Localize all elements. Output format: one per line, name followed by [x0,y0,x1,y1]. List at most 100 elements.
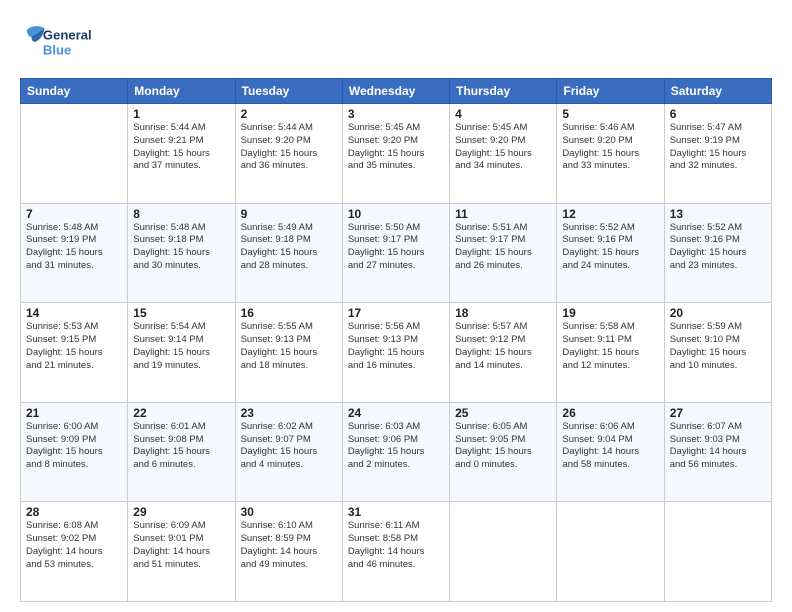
calendar-cell [664,502,771,602]
day-info: Sunrise: 5:52 AM Sunset: 9:16 PM Dayligh… [670,222,766,273]
calendar-cell [450,502,557,602]
weekday-header-row: SundayMondayTuesdayWednesdayThursdayFrid… [21,79,772,104]
day-info: Sunrise: 5:47 AM Sunset: 9:19 PM Dayligh… [670,122,766,173]
day-number: 18 [455,306,551,320]
day-number: 22 [133,406,229,420]
day-info: Sunrise: 6:01 AM Sunset: 9:08 PM Dayligh… [133,421,229,472]
weekday-header-tuesday: Tuesday [235,79,342,104]
day-number: 19 [562,306,658,320]
day-info: Sunrise: 6:00 AM Sunset: 9:09 PM Dayligh… [26,421,122,472]
calendar-cell: 11Sunrise: 5:51 AM Sunset: 9:17 PM Dayli… [450,203,557,303]
header: General Blue [20,18,772,68]
week-row-4: 21Sunrise: 6:00 AM Sunset: 9:09 PM Dayli… [21,402,772,502]
day-info: Sunrise: 6:11 AM Sunset: 8:58 PM Dayligh… [348,520,444,571]
day-number: 23 [241,406,337,420]
day-number: 31 [348,505,444,519]
weekday-header-thursday: Thursday [450,79,557,104]
day-info: Sunrise: 6:09 AM Sunset: 9:01 PM Dayligh… [133,520,229,571]
calendar-cell: 16Sunrise: 5:55 AM Sunset: 9:13 PM Dayli… [235,303,342,403]
calendar-table: SundayMondayTuesdayWednesdayThursdayFrid… [20,78,772,602]
day-info: Sunrise: 5:44 AM Sunset: 9:21 PM Dayligh… [133,122,229,173]
calendar-cell: 27Sunrise: 6:07 AM Sunset: 9:03 PM Dayli… [664,402,771,502]
day-number: 7 [26,207,122,221]
day-info: Sunrise: 5:51 AM Sunset: 9:17 PM Dayligh… [455,222,551,273]
calendar-cell: 22Sunrise: 6:01 AM Sunset: 9:08 PM Dayli… [128,402,235,502]
calendar-cell: 18Sunrise: 5:57 AM Sunset: 9:12 PM Dayli… [450,303,557,403]
day-number: 14 [26,306,122,320]
day-info: Sunrise: 5:58 AM Sunset: 9:11 PM Dayligh… [562,321,658,372]
calendar-cell: 17Sunrise: 5:56 AM Sunset: 9:13 PM Dayli… [342,303,449,403]
calendar-cell [557,502,664,602]
day-number: 15 [133,306,229,320]
day-number: 29 [133,505,229,519]
svg-text:General: General [43,28,92,43]
calendar-cell: 10Sunrise: 5:50 AM Sunset: 9:17 PM Dayli… [342,203,449,303]
calendar-cell: 15Sunrise: 5:54 AM Sunset: 9:14 PM Dayli… [128,303,235,403]
day-number: 16 [241,306,337,320]
day-info: Sunrise: 6:03 AM Sunset: 9:06 PM Dayligh… [348,421,444,472]
day-info: Sunrise: 5:59 AM Sunset: 9:10 PM Dayligh… [670,321,766,372]
calendar-cell: 25Sunrise: 6:05 AM Sunset: 9:05 PM Dayli… [450,402,557,502]
day-info: Sunrise: 6:02 AM Sunset: 9:07 PM Dayligh… [241,421,337,472]
day-number: 5 [562,107,658,121]
calendar-cell: 1Sunrise: 5:44 AM Sunset: 9:21 PM Daylig… [128,104,235,204]
logo-svg: General Blue [20,18,110,68]
week-row-3: 14Sunrise: 5:53 AM Sunset: 9:15 PM Dayli… [21,303,772,403]
day-info: Sunrise: 5:48 AM Sunset: 9:18 PM Dayligh… [133,222,229,273]
calendar-cell: 3Sunrise: 5:45 AM Sunset: 9:20 PM Daylig… [342,104,449,204]
calendar-cell: 14Sunrise: 5:53 AM Sunset: 9:15 PM Dayli… [21,303,128,403]
day-number: 13 [670,207,766,221]
calendar-cell: 30Sunrise: 6:10 AM Sunset: 8:59 PM Dayli… [235,502,342,602]
logo: General Blue [20,18,110,68]
day-number: 20 [670,306,766,320]
day-info: Sunrise: 5:46 AM Sunset: 9:20 PM Dayligh… [562,122,658,173]
day-number: 21 [26,406,122,420]
day-number: 24 [348,406,444,420]
day-info: Sunrise: 5:56 AM Sunset: 9:13 PM Dayligh… [348,321,444,372]
weekday-header-monday: Monday [128,79,235,104]
week-row-5: 28Sunrise: 6:08 AM Sunset: 9:02 PM Dayli… [21,502,772,602]
day-info: Sunrise: 5:49 AM Sunset: 9:18 PM Dayligh… [241,222,337,273]
day-number: 1 [133,107,229,121]
day-info: Sunrise: 5:45 AM Sunset: 9:20 PM Dayligh… [348,122,444,173]
day-info: Sunrise: 5:52 AM Sunset: 9:16 PM Dayligh… [562,222,658,273]
calendar-cell: 21Sunrise: 6:00 AM Sunset: 9:09 PM Dayli… [21,402,128,502]
svg-text:Blue: Blue [43,42,71,57]
calendar-cell: 24Sunrise: 6:03 AM Sunset: 9:06 PM Dayli… [342,402,449,502]
day-number: 17 [348,306,444,320]
calendar-cell: 20Sunrise: 5:59 AM Sunset: 9:10 PM Dayli… [664,303,771,403]
calendar-cell: 19Sunrise: 5:58 AM Sunset: 9:11 PM Dayli… [557,303,664,403]
day-info: Sunrise: 6:10 AM Sunset: 8:59 PM Dayligh… [241,520,337,571]
calendar-cell [21,104,128,204]
day-number: 9 [241,207,337,221]
day-info: Sunrise: 5:50 AM Sunset: 9:17 PM Dayligh… [348,222,444,273]
day-info: Sunrise: 5:53 AM Sunset: 9:15 PM Dayligh… [26,321,122,372]
day-number: 25 [455,406,551,420]
calendar-cell: 2Sunrise: 5:44 AM Sunset: 9:20 PM Daylig… [235,104,342,204]
calendar-cell: 5Sunrise: 5:46 AM Sunset: 9:20 PM Daylig… [557,104,664,204]
calendar-cell: 7Sunrise: 5:48 AM Sunset: 9:19 PM Daylig… [21,203,128,303]
calendar-cell: 28Sunrise: 6:08 AM Sunset: 9:02 PM Dayli… [21,502,128,602]
day-info: Sunrise: 5:48 AM Sunset: 9:19 PM Dayligh… [26,222,122,273]
calendar-cell: 8Sunrise: 5:48 AM Sunset: 9:18 PM Daylig… [128,203,235,303]
day-info: Sunrise: 6:08 AM Sunset: 9:02 PM Dayligh… [26,520,122,571]
day-info: Sunrise: 5:45 AM Sunset: 9:20 PM Dayligh… [455,122,551,173]
day-info: Sunrise: 5:44 AM Sunset: 9:20 PM Dayligh… [241,122,337,173]
day-number: 2 [241,107,337,121]
day-number: 10 [348,207,444,221]
calendar-cell: 23Sunrise: 6:02 AM Sunset: 9:07 PM Dayli… [235,402,342,502]
calendar-cell: 9Sunrise: 5:49 AM Sunset: 9:18 PM Daylig… [235,203,342,303]
day-number: 28 [26,505,122,519]
day-info: Sunrise: 5:55 AM Sunset: 9:13 PM Dayligh… [241,321,337,372]
weekday-header-friday: Friday [557,79,664,104]
calendar-cell: 4Sunrise: 5:45 AM Sunset: 9:20 PM Daylig… [450,104,557,204]
day-number: 30 [241,505,337,519]
calendar-cell: 31Sunrise: 6:11 AM Sunset: 8:58 PM Dayli… [342,502,449,602]
calendar-cell: 6Sunrise: 5:47 AM Sunset: 9:19 PM Daylig… [664,104,771,204]
weekday-header-wednesday: Wednesday [342,79,449,104]
day-number: 26 [562,406,658,420]
day-number: 27 [670,406,766,420]
day-info: Sunrise: 5:54 AM Sunset: 9:14 PM Dayligh… [133,321,229,372]
calendar-cell: 12Sunrise: 5:52 AM Sunset: 9:16 PM Dayli… [557,203,664,303]
day-info: Sunrise: 6:05 AM Sunset: 9:05 PM Dayligh… [455,421,551,472]
